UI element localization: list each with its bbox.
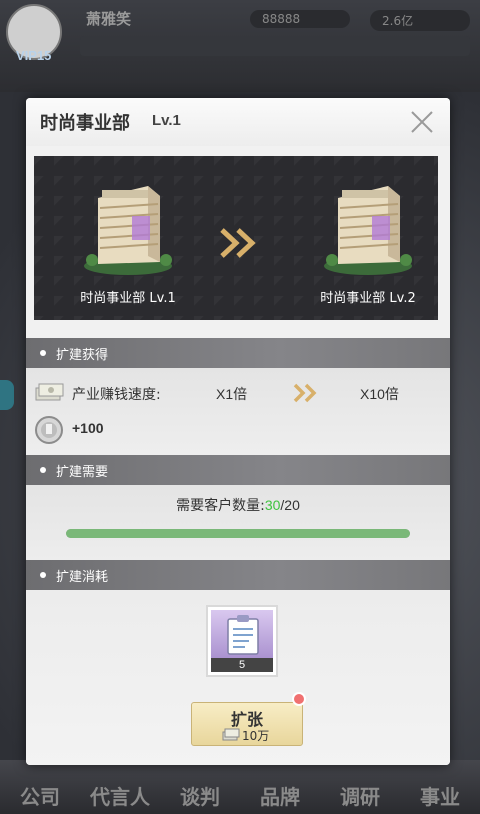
upgrade-dialog: 时尚事业部 Lv.1 时尚事业部 Lv.1 时尚事业部 Lv.2 扩建获得 产业… [26, 98, 450, 765]
dialog-level: Lv.1 [152, 112, 181, 129]
medal-icon [35, 416, 63, 444]
cash-icon [222, 728, 240, 741]
building-lv1-image [84, 186, 172, 275]
requirement-content: 需要客户数量:30/20 [26, 485, 450, 560]
dialog-header: 时尚事业部 Lv.1 [26, 98, 450, 146]
next-building-label: 时尚事业部 Lv.2 [320, 291, 416, 306]
current-building-label: 时尚事业部 Lv.1 [80, 291, 176, 306]
dialog-title: 时尚事业部 [40, 113, 130, 134]
customer-progress-bar [66, 529, 410, 538]
upgrade-preview: 时尚事业部 Lv.1 时尚事业部 Lv.2 [34, 156, 438, 320]
section-requirement-header: 扩建需要 [26, 455, 450, 485]
nav-research[interactable]: 调研 [325, 781, 395, 810]
player-name: 萧雅笑 [86, 10, 132, 28]
cost-item-count: 5 [211, 658, 273, 672]
notification-dot [292, 692, 306, 706]
close-icon[interactable] [408, 108, 436, 136]
cash-icon [35, 383, 64, 401]
hud-secondary-row [80, 36, 470, 56]
earn-speed-from: X1倍 [216, 386, 248, 402]
nav-brand[interactable]: 品牌 [245, 781, 315, 810]
expand-cost-value: 10万 [242, 729, 270, 743]
building-lv2-image [324, 186, 412, 275]
currency-stat-1: 88888 [250, 10, 350, 28]
section-cost-title: 扩建消耗 [56, 570, 109, 585]
clipboard-icon [227, 615, 259, 655]
customer-requirement-label: 需要客户数量: [176, 498, 265, 514]
cost-content: 5 扩张 10万 [26, 590, 450, 765]
section-cost-header: 扩建消耗 [26, 560, 450, 590]
bullet-dot [40, 572, 46, 578]
bullet-dot [40, 350, 46, 356]
top-hud: VIP15 萧雅笑 88888 2.6亿 [0, 0, 480, 92]
double-chevron-icon [293, 383, 317, 403]
cost-item-card[interactable]: 5 [206, 605, 278, 677]
upgrade-arrow-icon [220, 228, 256, 258]
nav-business[interactable]: 事业 [405, 781, 475, 810]
customer-current: 30 [264, 497, 281, 513]
bullet-dot [40, 467, 46, 473]
nav-company[interactable]: 公司 [5, 781, 75, 810]
customer-requirement: 需要客户数量:30/20 [26, 495, 450, 515]
customer-progress-fill [66, 529, 410, 538]
nav-spokesperson[interactable]: 代言人 [85, 781, 155, 810]
cost-item-background: 5 [211, 610, 273, 672]
bonus-value: +100 [72, 420, 104, 436]
earn-speed-label: 产业赚钱速度: [72, 387, 161, 403]
currency-stat-2: 2.6亿 [370, 10, 470, 31]
bottom-navigation: 公司 代言人 谈判 品牌 调研 事业 [0, 760, 480, 814]
section-gain-header: 扩建获得 [26, 338, 450, 368]
gain-content: 产业赚钱速度: X1倍 X10倍 +100 [26, 368, 450, 455]
earn-speed-to: X10倍 [360, 386, 399, 402]
customer-total: 20 [284, 497, 300, 513]
expand-button[interactable]: 扩张 10万 [191, 702, 303, 746]
section-requirement-title: 扩建需要 [56, 465, 109, 480]
nav-negotiation[interactable]: 谈判 [165, 781, 235, 810]
section-gain-title: 扩建获得 [56, 348, 109, 363]
vip-badge: VIP15 [16, 48, 52, 63]
side-widget[interactable] [0, 380, 14, 410]
